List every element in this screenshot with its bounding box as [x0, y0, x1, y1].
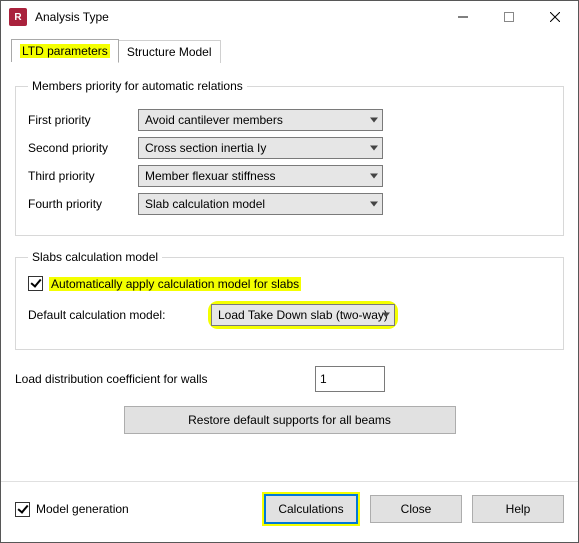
fourth-priority-select[interactable]: Slab calculation model	[138, 193, 383, 215]
select-value: Load Take Down slab (two-way)	[218, 308, 388, 322]
button-label: Help	[506, 502, 531, 516]
first-priority-select[interactable]: Avoid cantilever members	[138, 109, 383, 131]
minimize-button[interactable]	[440, 2, 486, 32]
restore-defaults-button[interactable]: Restore default supports for all beams	[124, 406, 456, 434]
default-calc-row: Default calculation model: Load Take Dow…	[28, 301, 551, 329]
priority-label: Fourth priority	[28, 197, 138, 211]
tab-label: LTD parameters	[20, 44, 110, 58]
priority-row-4: Fourth priority Slab calculation model	[28, 193, 551, 215]
members-priority-group: Members priority for automatic relations…	[15, 79, 564, 236]
maximize-icon	[504, 12, 514, 22]
priority-label: First priority	[28, 113, 138, 127]
close-dialog-button[interactable]: Close	[370, 495, 462, 523]
priority-label: Third priority	[28, 169, 138, 183]
window-controls	[440, 2, 578, 32]
select-value: Slab calculation model	[145, 197, 265, 211]
window-title: Analysis Type	[35, 10, 440, 24]
tab-strip: LTD parameters Structure Model	[11, 37, 578, 61]
highlight-ring: Load Take Down slab (two-way)	[208, 301, 398, 329]
close-icon	[550, 12, 560, 22]
auto-apply-row: Automatically apply calculation model fo…	[28, 276, 551, 291]
button-label: Close	[401, 502, 432, 516]
tab-label: Structure Model	[127, 45, 212, 59]
app-icon: R	[9, 8, 27, 26]
second-priority-select[interactable]: Cross section inertia Iy	[138, 137, 383, 159]
chevron-down-icon	[370, 146, 378, 151]
minimize-icon	[458, 12, 468, 22]
load-coeff-row: Load distribution coefficient for walls	[15, 366, 564, 392]
client-area: Members priority for automatic relations…	[1, 61, 578, 434]
select-value: Cross section inertia Iy	[145, 141, 266, 155]
group-legend: Slabs calculation model	[28, 250, 162, 264]
default-calc-label: Default calculation model:	[28, 308, 208, 322]
chevron-down-icon	[370, 118, 378, 123]
priority-row-1: First priority Avoid cantilever members	[28, 109, 551, 131]
chevron-down-icon	[370, 202, 378, 207]
select-value: Avoid cantilever members	[145, 113, 283, 127]
button-label: Calculations	[278, 502, 343, 516]
titlebar: R Analysis Type	[1, 1, 578, 33]
auto-apply-checkbox[interactable]	[28, 276, 43, 291]
priority-label: Second priority	[28, 141, 138, 155]
bottom-bar: Model generation Calculations Close Help	[1, 481, 578, 542]
chevron-down-icon	[370, 174, 378, 179]
button-label: Restore default supports for all beams	[188, 413, 391, 427]
help-button[interactable]: Help	[472, 495, 564, 523]
auto-apply-label: Automatically apply calculation model fo…	[49, 277, 301, 291]
close-button[interactable]	[532, 2, 578, 32]
calculations-button[interactable]: Calculations	[264, 494, 358, 524]
tab-ltd-parameters[interactable]: LTD parameters	[11, 39, 119, 62]
model-gen-row: Model generation	[15, 502, 129, 517]
chevron-down-icon	[382, 313, 390, 318]
model-gen-checkbox[interactable]	[15, 502, 30, 517]
load-coeff-label: Load distribution coefficient for walls	[15, 372, 315, 386]
maximize-button[interactable]	[486, 2, 532, 32]
select-value: Member flexuar stiffness	[145, 169, 276, 183]
analysis-type-window: R Analysis Type LTD parameters Structure…	[0, 0, 579, 543]
priority-row-2: Second priority Cross section inertia Iy	[28, 137, 551, 159]
third-priority-select[interactable]: Member flexuar stiffness	[138, 165, 383, 187]
priority-row-3: Third priority Member flexuar stiffness	[28, 165, 551, 187]
slabs-calc-group: Slabs calculation model Automatically ap…	[15, 250, 564, 350]
load-coeff-input[interactable]	[315, 366, 385, 392]
group-legend: Members priority for automatic relations	[28, 79, 247, 93]
model-gen-label: Model generation	[36, 502, 129, 516]
tab-structure-model[interactable]: Structure Model	[118, 40, 221, 63]
highlight-wrap: Calculations	[262, 492, 360, 526]
default-calc-select[interactable]: Load Take Down slab (two-way)	[211, 304, 395, 326]
